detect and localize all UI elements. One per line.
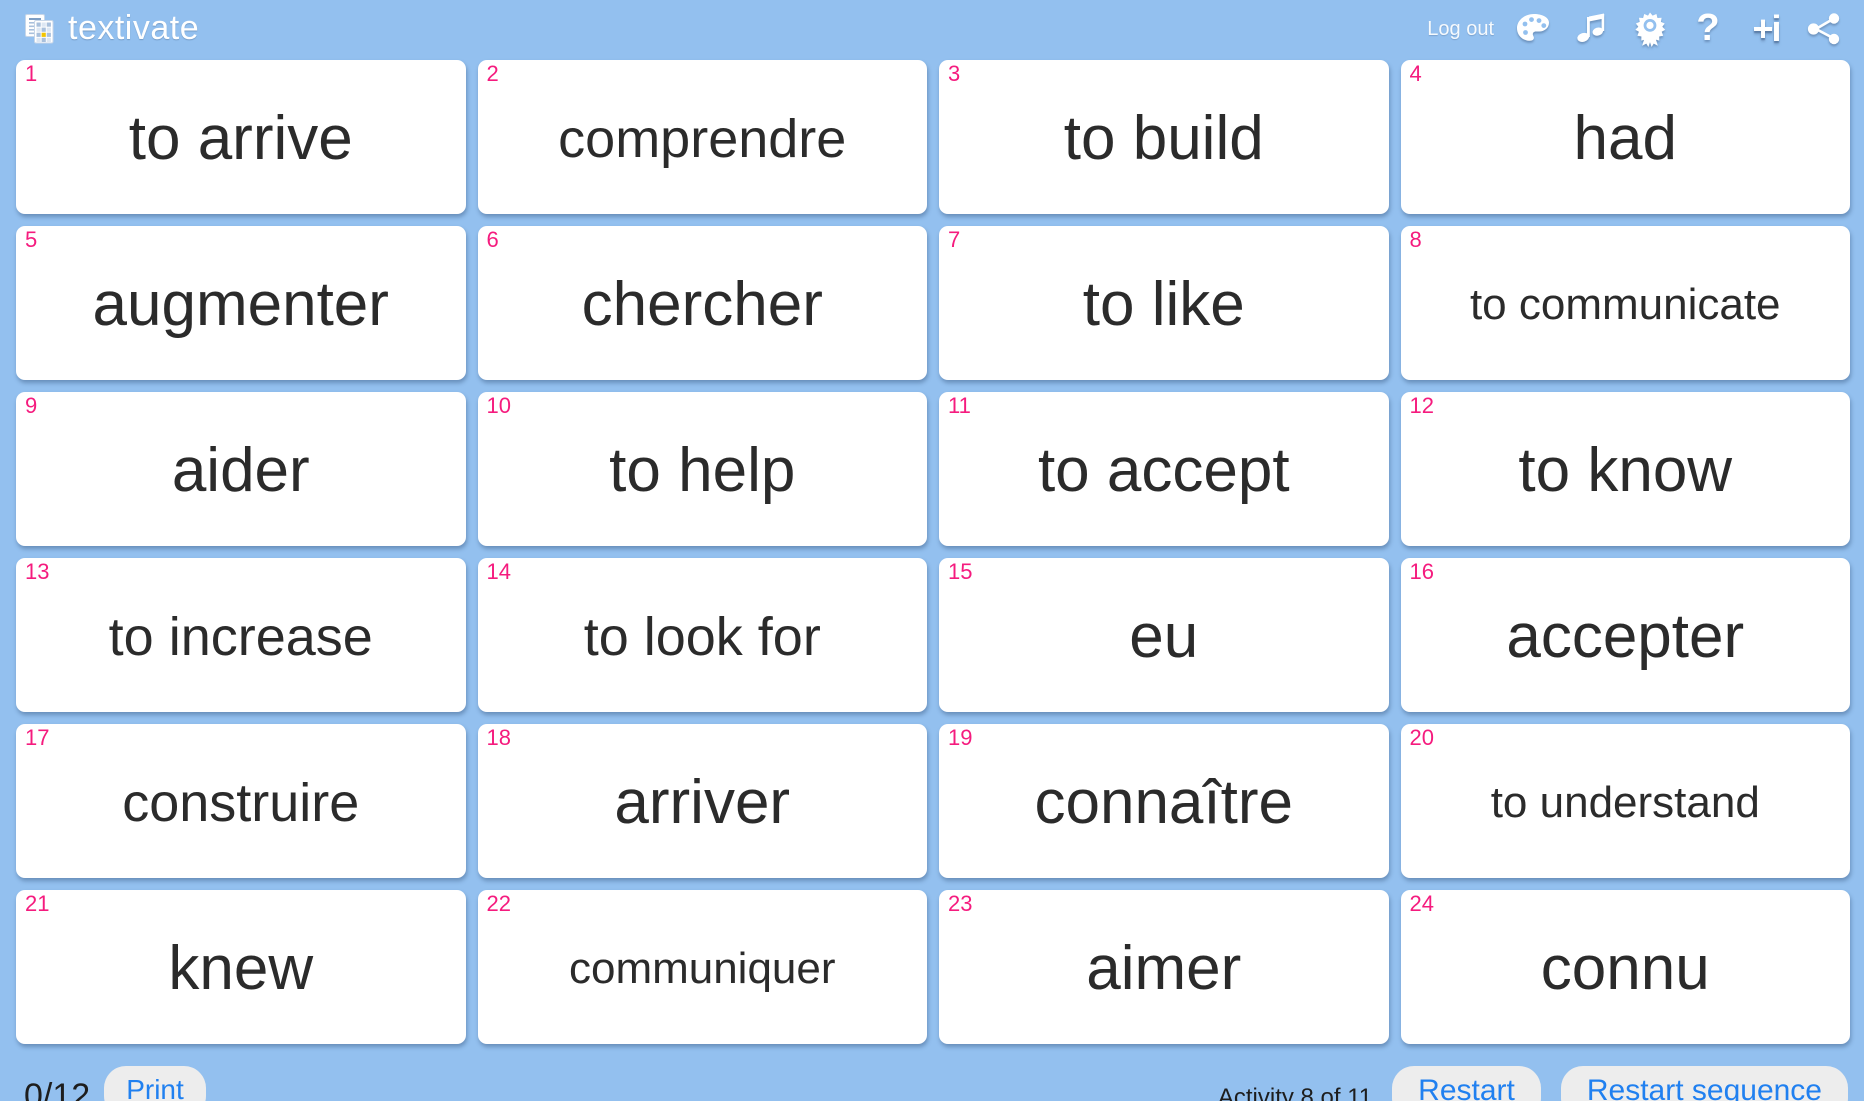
word-card[interactable]: 3 to build — [939, 60, 1389, 214]
card-number: 12 — [1409, 393, 1434, 418]
card-word: to increase — [108, 607, 373, 667]
word-card[interactable]: 13 to increase — [16, 558, 466, 712]
card-number: 8 — [1409, 227, 1422, 252]
card-number: 18 — [486, 725, 511, 750]
footer-right-group: Activity 8 of 11 Restart Restart sequenc… — [1218, 1050, 1848, 1101]
score-counter: 0/12 — [24, 1077, 91, 1101]
header-actions: Log out ? +i — [1427, 9, 1864, 49]
card-word: augmenter — [92, 270, 389, 339]
textivate-matching-activity: textivate Log out ? +i 1 to arrive 2 com… — [0, 0, 1864, 1101]
card-word: aimer — [1086, 934, 1242, 1003]
card-number: 22 — [486, 891, 511, 916]
restart-button[interactable]: Restart — [1392, 1066, 1541, 1101]
card-word: to accept — [1037, 436, 1290, 505]
word-card[interactable]: 19 connaître — [939, 724, 1389, 878]
card-number: 19 — [948, 725, 973, 750]
word-card[interactable]: 20 to understand — [1400, 724, 1850, 878]
card-word: to like — [1082, 270, 1245, 339]
card-number: 10 — [486, 393, 511, 418]
card-word: accepter — [1506, 602, 1745, 671]
logout-link[interactable]: Log out — [1427, 18, 1496, 41]
word-card[interactable]: 15 eu — [939, 558, 1389, 712]
card-number: 24 — [1409, 891, 1434, 916]
word-card[interactable]: 10 to help — [477, 392, 927, 546]
plus-info-icon[interactable]: +i — [1746, 9, 1786, 49]
share-icon[interactable] — [1804, 9, 1844, 49]
card-word: comprendre — [558, 109, 847, 169]
card-number: 7 — [948, 227, 961, 252]
word-card[interactable]: 1 to arrive — [16, 60, 466, 214]
palette-icon[interactable] — [1514, 9, 1554, 49]
card-word: communiquer — [568, 944, 836, 993]
brand: textivate — [0, 11, 199, 48]
card-word: eu — [1129, 602, 1199, 671]
card-word: chercher — [581, 270, 823, 339]
music-note-icon[interactable] — [1572, 9, 1612, 49]
card-number: 21 — [25, 891, 50, 916]
word-card[interactable]: 14 to look for — [477, 558, 927, 712]
question-mark-icon[interactable]: ? — [1688, 9, 1728, 49]
card-number: 11 — [948, 393, 971, 418]
footer-left-group: 0/12 Print — [24, 1050, 206, 1101]
app-header: textivate Log out ? +i — [0, 0, 1864, 58]
card-word: to know — [1518, 436, 1733, 505]
word-card[interactable]: 18 arriver — [477, 724, 927, 878]
card-word: to build — [1063, 104, 1264, 173]
word-card[interactable]: 17 construire — [16, 724, 466, 878]
word-card[interactable]: 7 to like — [939, 226, 1389, 380]
card-number: 3 — [948, 61, 961, 86]
card-word: knew — [168, 934, 314, 1003]
word-card[interactable]: 2 comprendre — [477, 60, 927, 214]
word-card[interactable]: 12 to know — [1400, 392, 1850, 546]
word-card[interactable]: 8 to communicate — [1400, 226, 1850, 380]
card-word: to help — [609, 436, 796, 505]
card-number: 16 — [1409, 559, 1434, 584]
card-number: 13 — [25, 559, 50, 584]
card-word: to arrive — [128, 104, 353, 173]
svg-text:?: ? — [1696, 10, 1719, 48]
word-card[interactable]: 4 had — [1400, 60, 1850, 214]
card-word: had — [1573, 104, 1677, 173]
card-number: 4 — [1409, 61, 1422, 86]
card-word: connu — [1540, 934, 1710, 1003]
word-card[interactable]: 21 knew — [16, 890, 466, 1044]
card-word: arriver — [614, 768, 791, 837]
card-word: connaître — [1034, 768, 1293, 837]
app-footer: 0/12 Print Activity 8 of 11 Restart Rest… — [0, 1048, 1864, 1101]
word-card[interactable]: 9 aider — [16, 392, 466, 546]
word-card[interactable]: 23 aimer — [939, 890, 1389, 1044]
restart-sequence-button[interactable]: Restart sequence — [1560, 1066, 1848, 1101]
card-word: to communicate — [1469, 280, 1781, 329]
card-number: 15 — [948, 559, 973, 584]
word-card[interactable]: 11 to accept — [939, 392, 1389, 546]
card-number: 6 — [486, 227, 499, 252]
card-number: 2 — [486, 61, 499, 86]
activity-counter: Activity 8 of 11 — [1217, 1084, 1373, 1101]
word-card-grid: 1 to arrive 2 comprendre 3 to build 4 had 5 augme… — [16, 60, 1850, 1044]
word-card[interactable]: 22 communiquer — [477, 890, 927, 1044]
card-word: construire — [122, 773, 360, 833]
plus-info-label: +i — [1752, 8, 1781, 49]
card-word: to look for — [583, 607, 821, 667]
print-button[interactable]: Print — [104, 1066, 206, 1101]
card-number: 23 — [948, 891, 973, 916]
word-card[interactable]: 24 connu — [1400, 890, 1850, 1044]
word-card[interactable]: 5 augmenter — [16, 226, 466, 380]
card-number: 17 — [25, 725, 50, 750]
card-number: 9 — [25, 393, 38, 418]
word-card[interactable]: 6 chercher — [477, 226, 927, 380]
card-word: to understand — [1490, 778, 1760, 827]
card-number: 1 — [25, 61, 38, 86]
card-number: 5 — [25, 227, 38, 252]
card-number: 14 — [486, 559, 511, 584]
card-number: 20 — [1409, 725, 1434, 750]
rosette-award-icon[interactable] — [1630, 9, 1670, 49]
textivate-grid-document-icon — [22, 12, 56, 46]
brand-name: textivate — [68, 8, 200, 47]
card-word: aider — [171, 436, 310, 505]
word-card[interactable]: 16 accepter — [1400, 558, 1850, 712]
